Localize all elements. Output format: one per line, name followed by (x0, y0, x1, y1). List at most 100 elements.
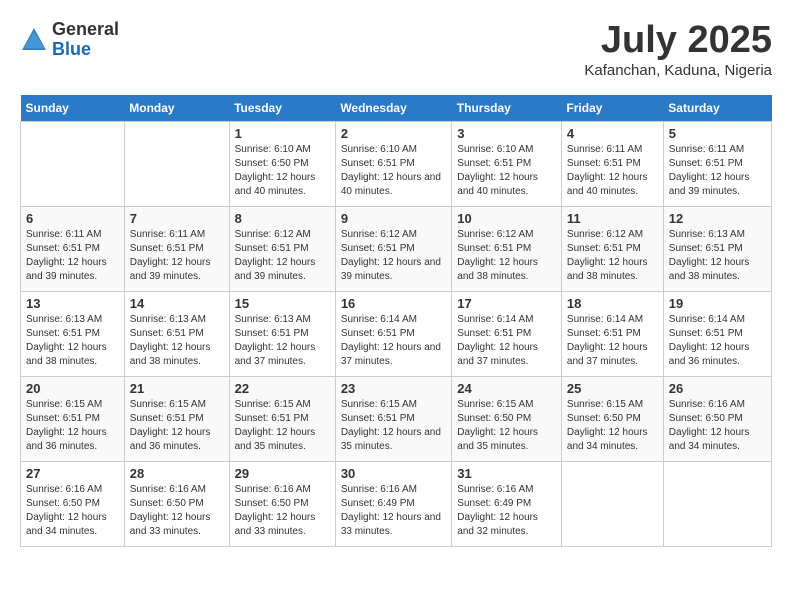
day-info: Sunrise: 6:12 AMSunset: 6:51 PMDaylight:… (457, 228, 556, 284)
month-title: July 2025 (584, 20, 772, 62)
day-header-monday: Monday (124, 95, 229, 122)
calendar-cell: 25 Sunrise: 6:15 AMSunset: 6:50 PMDayligh… (561, 376, 663, 461)
week-row-1: 1Sunrise: 6:10 AMSunset: 6:50 PMDaylight… (21, 121, 772, 206)
day-number: 8 (235, 211, 330, 226)
day-info: Sunrise: 6:10 AMSunset: 6:51 PMDaylight:… (457, 143, 556, 199)
day-info: Sunrise: 6:16 AMSunset: 6:50 PMDaylight:… (669, 398, 766, 454)
day-number: 21 (130, 381, 224, 396)
calendar-cell (124, 121, 229, 206)
title-block: July 2025 Kafanchan, Kaduna, Nigeria (584, 20, 772, 79)
calendar-cell: 17Sunrise: 6:14 AMSunset: 6:51 PMDayligh… (452, 291, 562, 376)
page-header: General Blue July 2025 Kafanchan, Kaduna… (20, 20, 772, 79)
day-number: 16 (341, 296, 446, 311)
day-number: 29 (235, 466, 330, 481)
calendar-cell: 2 Sunrise: 6:10 AMSunset: 6:51 PMDaylight… (335, 121, 451, 206)
day-number: 10 (457, 211, 556, 226)
day-info: Sunrise: 6:16 AMSunset: 6:50 PMDaylight:… (26, 483, 119, 539)
calendar-cell: 30 Sunrise: 6:16 AMSunset: 6:49 PMDayligh… (335, 461, 451, 546)
calendar-cell: 12 Sunrise: 6:13 AMSunset: 6:51 PMDayligh… (663, 206, 771, 291)
day-info: Sunrise: 6:16 AMSunset: 6:50 PMDaylight:… (130, 483, 224, 539)
calendar-cell: 27Sunrise: 6:16 AMSunset: 6:50 PMDayligh… (21, 461, 125, 546)
day-number: 30 (341, 466, 446, 481)
day-number: 5 (669, 126, 766, 141)
logo-blue-text: Blue (52, 40, 119, 60)
day-number: 20 (26, 381, 119, 396)
day-info: Sunrise: 6:16 AMSunset: 6:49 PMDaylight:… (457, 483, 556, 539)
day-number: 6 (26, 211, 119, 226)
day-info: Sunrise: 6:11 AMSunset: 6:51 PMDaylight:… (26, 228, 119, 284)
week-row-4: 20 Sunrise: 6:15 AMSunset: 6:51 PMDayligh… (21, 376, 772, 461)
calendar-cell: 29Sunrise: 6:16 AMSunset: 6:50 PMDayligh… (229, 461, 335, 546)
calendar-cell: 21Sunrise: 6:15 AMSunset: 6:51 PMDayligh… (124, 376, 229, 461)
day-number: 7 (130, 211, 224, 226)
day-info: Sunrise: 6:14 AMSunset: 6:51 PMDaylight:… (567, 313, 658, 369)
day-number: 24 (457, 381, 556, 396)
calendar-cell: 23 Sunrise: 6:15 AMSunset: 6:51 PMDayligh… (335, 376, 451, 461)
day-number: 18 (567, 296, 658, 311)
calendar-cell: 11 Sunrise: 6:12 AMSunset: 6:51 PMDayligh… (561, 206, 663, 291)
calendar-cell: 8 Sunrise: 6:12 AMSunset: 6:51 PMDaylight… (229, 206, 335, 291)
day-info: Sunrise: 6:14 AMSunset: 6:51 PMDaylight:… (341, 313, 446, 369)
day-number: 22 (235, 381, 330, 396)
calendar-cell: 14Sunrise: 6:13 AMSunset: 6:51 PMDayligh… (124, 291, 229, 376)
day-number: 1 (235, 126, 330, 141)
calendar-cell: 28 Sunrise: 6:16 AMSunset: 6:50 PMDayligh… (124, 461, 229, 546)
calendar-cell: 4 Sunrise: 6:11 AMSunset: 6:51 PMDaylight… (561, 121, 663, 206)
week-row-2: 6 Sunrise: 6:11 AMSunset: 6:51 PMDaylight… (21, 206, 772, 291)
calendar-cell: 3 Sunrise: 6:10 AMSunset: 6:51 PMDaylight… (452, 121, 562, 206)
day-info: Sunrise: 6:16 AMSunset: 6:49 PMDaylight:… (341, 483, 446, 539)
day-info: Sunrise: 6:15 AMSunset: 6:50 PMDaylight:… (457, 398, 556, 454)
day-number: 2 (341, 126, 446, 141)
day-info: Sunrise: 6:15 AMSunset: 6:51 PMDaylight:… (235, 398, 330, 454)
day-info: Sunrise: 6:12 AMSunset: 6:51 PMDaylight:… (567, 228, 658, 284)
day-header-sunday: Sunday (21, 95, 125, 122)
calendar-cell: 7 Sunrise: 6:11 AMSunset: 6:51 PMDaylight… (124, 206, 229, 291)
day-info: Sunrise: 6:14 AMSunset: 6:51 PMDaylight:… (669, 313, 766, 369)
day-number: 11 (567, 211, 658, 226)
day-number: 23 (341, 381, 446, 396)
calendar-cell: 15Sunrise: 6:13 AMSunset: 6:51 PMDayligh… (229, 291, 335, 376)
calendar-cell: 26 Sunrise: 6:16 AMSunset: 6:50 PMDayligh… (663, 376, 771, 461)
day-info: Sunrise: 6:15 AMSunset: 6:50 PMDaylight:… (567, 398, 658, 454)
day-header-thursday: Thursday (452, 95, 562, 122)
calendar-cell (663, 461, 771, 546)
day-number: 13 (26, 296, 119, 311)
calendar-cell: 13 Sunrise: 6:13 AMSunset: 6:51 PMDayligh… (21, 291, 125, 376)
day-number: 12 (669, 211, 766, 226)
day-info: Sunrise: 6:12 AMSunset: 6:51 PMDaylight:… (235, 228, 330, 284)
day-header-friday: Friday (561, 95, 663, 122)
day-info: Sunrise: 6:15 AMSunset: 6:51 PMDaylight:… (26, 398, 119, 454)
logo-text: General Blue (52, 20, 119, 60)
day-number: 4 (567, 126, 658, 141)
day-header-saturday: Saturday (663, 95, 771, 122)
day-number: 19 (669, 296, 766, 311)
calendar-cell: 6 Sunrise: 6:11 AMSunset: 6:51 PMDaylight… (21, 206, 125, 291)
day-info: Sunrise: 6:10 AMSunset: 6:51 PMDaylight:… (341, 143, 446, 199)
day-number: 9 (341, 211, 446, 226)
day-header-tuesday: Tuesday (229, 95, 335, 122)
day-info: Sunrise: 6:11 AMSunset: 6:51 PMDaylight:… (130, 228, 224, 284)
day-number: 31 (457, 466, 556, 481)
location-text: Kafanchan, Kaduna, Nigeria (584, 62, 772, 79)
day-header-wednesday: Wednesday (335, 95, 451, 122)
day-info: Sunrise: 6:13 AMSunset: 6:51 PMDaylight:… (669, 228, 766, 284)
day-info: Sunrise: 6:11 AMSunset: 6:51 PMDaylight:… (669, 143, 766, 199)
logo-general-text: General (52, 20, 119, 40)
day-number: 15 (235, 296, 330, 311)
logo-icon (20, 26, 48, 54)
calendar-cell (21, 121, 125, 206)
calendar-cell: 19 Sunrise: 6:14 AMSunset: 6:51 PMDayligh… (663, 291, 771, 376)
logo: General Blue (20, 20, 119, 60)
day-info: Sunrise: 6:13 AMSunset: 6:51 PMDaylight:… (130, 313, 224, 369)
day-info: Sunrise: 6:13 AMSunset: 6:51 PMDaylight:… (26, 313, 119, 369)
day-info: Sunrise: 6:15 AMSunset: 6:51 PMDaylight:… (341, 398, 446, 454)
calendar-cell: 10 Sunrise: 6:12 AMSunset: 6:51 PMDayligh… (452, 206, 562, 291)
day-info: Sunrise: 6:11 AMSunset: 6:51 PMDaylight:… (567, 143, 658, 199)
calendar-cell: 20 Sunrise: 6:15 AMSunset: 6:51 PMDayligh… (21, 376, 125, 461)
day-number: 26 (669, 381, 766, 396)
day-number: 3 (457, 126, 556, 141)
day-number: 28 (130, 466, 224, 481)
calendar-cell: 22 Sunrise: 6:15 AMSunset: 6:51 PMDayligh… (229, 376, 335, 461)
day-number: 17 (457, 296, 556, 311)
day-number: 25 (567, 381, 658, 396)
